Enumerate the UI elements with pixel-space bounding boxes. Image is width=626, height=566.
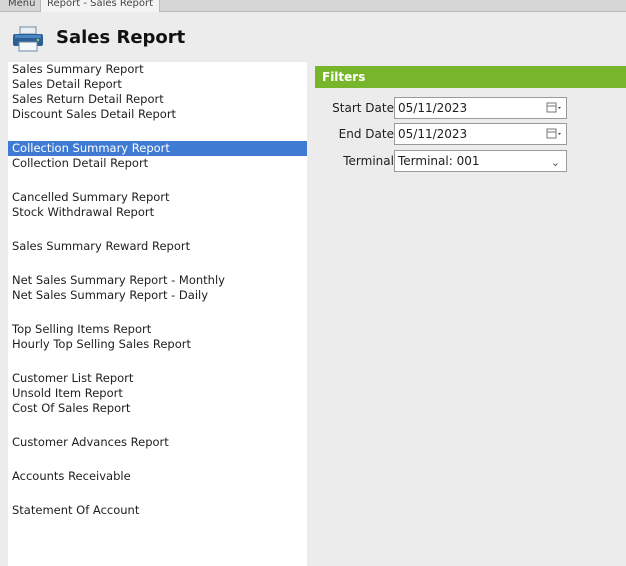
- list-spacer: [8, 303, 307, 322]
- report-list-item[interactable]: Net Sales Summary Report - Daily: [8, 288, 307, 303]
- calendar-dropdown-icon[interactable]: [546, 102, 562, 114]
- report-list-item[interactable]: Sales Return Detail Report: [8, 92, 307, 107]
- report-list-item[interactable]: Cost Of Sales Report: [8, 401, 307, 416]
- list-spacer: [8, 220, 307, 239]
- report-list-item[interactable]: Collection Detail Report: [8, 156, 307, 171]
- report-list-item[interactable]: Customer Advances Report: [8, 435, 307, 450]
- end-date-field[interactable]: 05/11/2023: [394, 123, 567, 145]
- start-date-label: Start Date:: [332, 101, 398, 115]
- report-list-item[interactable]: Stock Withdrawal Report: [8, 205, 307, 220]
- start-date-field[interactable]: 05/11/2023: [394, 97, 567, 119]
- report-list-item[interactable]: Top Selling Items Report: [8, 322, 307, 337]
- calendar-dropdown-icon[interactable]: [546, 128, 562, 140]
- filters-header: Filters: [315, 66, 626, 88]
- report-list-item[interactable]: Statement Of Account: [8, 503, 307, 518]
- report-list-item[interactable]: Hourly Top Selling Sales Report: [8, 337, 307, 352]
- list-spacer: [8, 484, 307, 503]
- start-date-row: Start Date: 05/11/2023: [315, 97, 626, 119]
- terminal-row: Terminal: Terminal: 001 ⌄: [315, 150, 626, 172]
- report-list-item[interactable]: Unsold Item Report: [8, 386, 307, 401]
- list-spacer: [8, 450, 307, 469]
- list-spacer: [8, 254, 307, 273]
- terminal-value: Terminal: 001: [398, 154, 480, 168]
- page-title: Sales Report: [56, 27, 186, 48]
- report-list-item[interactable]: Accounts Receivable: [8, 469, 307, 484]
- chevron-down-icon[interactable]: ⌄: [551, 153, 560, 173]
- report-list-item[interactable]: Collection Summary Report: [8, 141, 307, 156]
- report-list: Sales Summary Report Sales Detail Report S…: [8, 62, 307, 566]
- terminal-select[interactable]: Terminal: 001 ⌄: [394, 150, 567, 172]
- report-list-item[interactable]: Net Sales Summary Report - Monthly: [8, 273, 307, 288]
- list-spacer: [8, 122, 307, 141]
- page-header: Sales Report: [0, 12, 626, 60]
- list-spacer: [8, 416, 307, 435]
- end-date-value: 05/11/2023: [398, 127, 468, 141]
- start-date-value: 05/11/2023: [398, 101, 468, 115]
- tab-menu[interactable]: Menu: [2, 0, 41, 12]
- report-list-item[interactable]: Cancelled Summary Report: [8, 190, 307, 205]
- report-list-item[interactable]: Sales Summary Reward Report: [8, 239, 307, 254]
- end-date-row: End Date: 05/11/2023: [315, 123, 626, 145]
- report-list-item[interactable]: Sales Summary Report: [8, 62, 307, 77]
- report-list-item[interactable]: Sales Detail Report: [8, 77, 307, 92]
- terminal-label: Terminal:: [343, 154, 398, 168]
- printer-icon: [13, 26, 43, 52]
- report-list-item[interactable]: Discount Sales Detail Report: [8, 107, 307, 122]
- tab-sales-report[interactable]: Report - Sales Report: [40, 0, 161, 12]
- tab-bar: Menu Report - Sales Report: [0, 0, 626, 12]
- filters-panel: Filters Start Date: 05/11/2023 End Date:…: [315, 66, 626, 566]
- list-spacer: [8, 171, 307, 190]
- list-spacer: [8, 352, 307, 371]
- report-list-item[interactable]: Customer List Report: [8, 371, 307, 386]
- end-date-label: End Date:: [338, 127, 398, 141]
